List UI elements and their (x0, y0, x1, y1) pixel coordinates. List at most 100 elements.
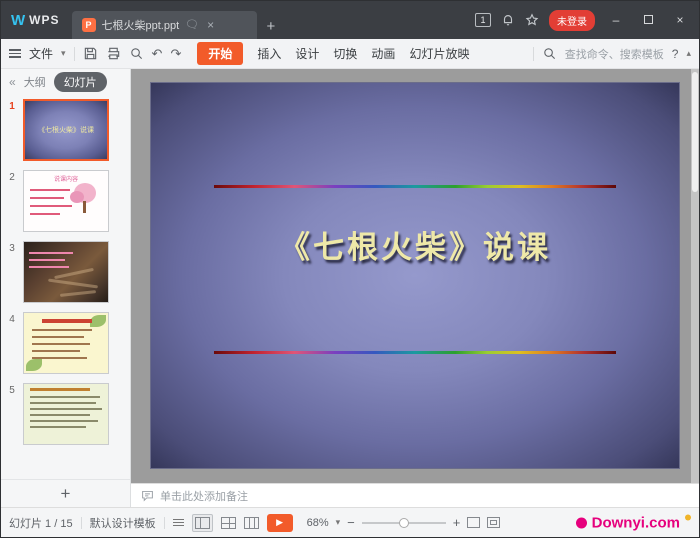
wps-logo-label: WPS (29, 13, 59, 27)
ribbon: 文件 ▾ ↶ ↷ 开始 插入 设计 切换 动画 幻灯片放映 查找命令、搜索模板 … (1, 39, 699, 69)
slide-sorter-view-icon[interactable] (221, 517, 236, 529)
content-area: « 大纲 幻灯片 1 《七根火柴》说课 2 说课内容 (1, 69, 699, 507)
zoom-level[interactable]: 68% (307, 517, 329, 529)
thumb2-textline (30, 189, 70, 191)
file-menu[interactable]: 文件 (29, 45, 53, 62)
fit-to-window-icon[interactable] (467, 517, 480, 528)
statusbar-separator (164, 517, 165, 529)
slide-number: 3 (1, 241, 23, 254)
document-tab[interactable]: P 七根火柴ppt.ppt 🗨 × (72, 11, 257, 39)
slide-title-text[interactable]: 《七根火柴》说课 (151, 222, 679, 267)
maximize-icon (644, 15, 653, 24)
maximize-button[interactable] (637, 13, 659, 27)
scrollbar-thumb[interactable] (692, 72, 698, 192)
wps-w-icon: W (11, 12, 25, 29)
thumbnail-list: 1 《七根火柴》说课 2 说课内容 (1, 95, 130, 479)
thumbnail-row: 3 (1, 241, 130, 303)
zoom-in-button[interactable]: + (453, 515, 461, 530)
thumb2-textline (30, 205, 72, 207)
tab-design[interactable]: 设计 (295, 45, 319, 62)
star-icon[interactable] (525, 13, 539, 27)
collapse-panel-icon[interactable]: « (9, 75, 16, 89)
statusbar: 幻灯片 1 / 15 默认设计模板 ▶ 68% ▾ − + Downyi.com (1, 507, 699, 537)
play-icon: ▶ (276, 517, 283, 528)
notes-placeholder: 单击此处添加备注 (160, 488, 248, 504)
add-slide-button[interactable]: + (1, 479, 130, 507)
tab-home[interactable]: 开始 (197, 42, 243, 65)
undo-icon[interactable]: ↶ (152, 46, 163, 61)
collapse-ribbon-icon[interactable]: ▴ (686, 48, 691, 59)
thumbnail-row: 1 《七根火柴》说课 (1, 99, 130, 161)
thumb2-tree-image (70, 183, 100, 213)
tab-close-icon[interactable]: × (205, 18, 216, 32)
slide-thumbnail-2[interactable]: 说课内容 (23, 170, 109, 232)
print-preview-icon[interactable] (129, 46, 144, 61)
zoom-slider[interactable] (362, 522, 446, 524)
ppt-file-icon: P (82, 18, 96, 32)
tab-slideshow[interactable]: 幻灯片放映 (409, 45, 469, 62)
minimize-button[interactable]: – (605, 13, 627, 27)
file-menu-caret-icon[interactable]: ▾ (61, 48, 66, 59)
vertical-scrollbar[interactable] (691, 69, 699, 483)
slide-counter: 幻灯片 1 / 15 (9, 515, 73, 531)
divider-line-top (214, 185, 615, 188)
notes-toggle-icon[interactable] (173, 519, 184, 527)
fullscreen-icon[interactable] (487, 517, 500, 528)
slide-thumbnail-3[interactable] (23, 241, 109, 303)
panel-tabs: « 大纲 幻灯片 (1, 69, 130, 95)
zoom-out-button[interactable]: − (347, 515, 355, 530)
slide-number: 1 (1, 99, 23, 112)
document-tab-title: 七根火柴ppt.ppt (102, 17, 180, 33)
new-tab-button[interactable]: + (257, 18, 286, 39)
current-slide[interactable]: 《七根火柴》说课 (151, 83, 679, 468)
thumbnail-row: 2 说课内容 (1, 170, 130, 232)
bell-icon[interactable] (501, 13, 515, 27)
tab-animation[interactable]: 动画 (371, 45, 395, 62)
print-icon[interactable] (106, 46, 121, 61)
slide-thumbnail-4[interactable] (23, 312, 109, 374)
thumb2-textline (30, 197, 64, 199)
normal-view-icon (195, 517, 210, 529)
search-icon[interactable] (542, 46, 557, 61)
zoom-caret-icon[interactable]: ▾ (336, 517, 341, 528)
main-area: 《七根火柴》说课 单击此处添加备注 (131, 69, 699, 507)
watermark-dot-icon (576, 517, 587, 528)
slide-number: 5 (1, 383, 23, 396)
slide-thumbnail-5[interactable] (23, 383, 109, 445)
close-button[interactable]: × (669, 13, 691, 27)
tab-transitions[interactable]: 切换 (333, 45, 357, 62)
help-icon[interactable]: ? (672, 47, 679, 61)
watermark: Downyi.com (576, 514, 691, 531)
titlebar-right-controls: 1 未登录 – × (475, 1, 699, 39)
tab-insert[interactable]: 插入 (257, 45, 281, 62)
statusbar-separator (81, 517, 82, 529)
comment-icon[interactable]: 🗨 (185, 20, 199, 31)
thumbnail-row: 4 (1, 312, 130, 374)
notes-bar[interactable]: 单击此处添加备注 (131, 483, 699, 507)
zoom-slider-knob[interactable] (399, 518, 409, 528)
watermark-text: Downyi.com (592, 514, 680, 531)
thumbnail-row: 5 (1, 383, 130, 445)
play-slideshow-button[interactable]: ▶ (267, 514, 293, 532)
ribbon-right: 查找命令、搜索模板 ? ▴ (533, 46, 691, 62)
plus-icon: + (61, 484, 71, 504)
search-input[interactable]: 查找命令、搜索模板 (565, 46, 664, 62)
titlebar: W WPS P 七根火柴ppt.ppt 🗨 × + 1 未登录 – × (1, 1, 699, 39)
slide-canvas-area: 《七根火柴》说课 (131, 69, 699, 483)
window-count-badge[interactable]: 1 (475, 13, 491, 27)
reading-view-icon[interactable] (244, 517, 259, 529)
watermark-small-dot-icon (685, 514, 691, 520)
tab-slides[interactable]: 幻灯片 (54, 72, 107, 92)
save-icon[interactable] (83, 46, 98, 61)
normal-view-button[interactable] (192, 514, 213, 532)
menu-icon[interactable] (9, 49, 21, 58)
login-button[interactable]: 未登录 (549, 10, 595, 31)
divider-line-bottom (214, 351, 615, 354)
slide-thumbnail-1[interactable]: 《七根火柴》说课 (23, 99, 109, 161)
redo-icon[interactable]: ↷ (170, 46, 181, 61)
wps-presentation-window: W WPS P 七根火柴ppt.ppt 🗨 × + 1 未登录 – × 文件 ▾… (0, 0, 700, 538)
tab-outline[interactable]: 大纲 (24, 74, 46, 90)
wps-logo[interactable]: W WPS (1, 1, 72, 39)
zoom-controls: 68% ▾ − + (307, 515, 501, 530)
design-template-label[interactable]: 默认设计模板 (90, 515, 156, 531)
